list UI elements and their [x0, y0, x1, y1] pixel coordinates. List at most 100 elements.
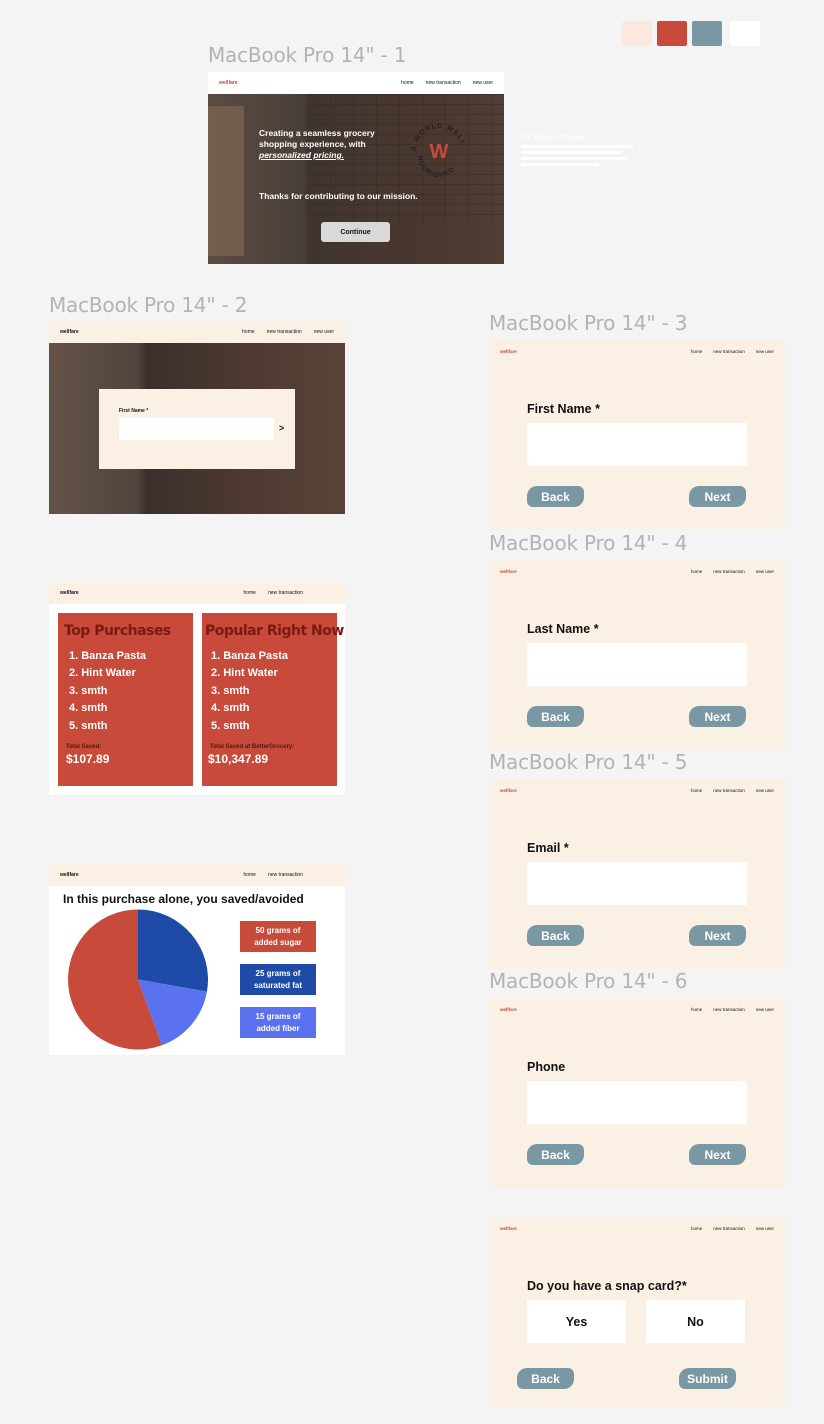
nav-home[interactable]: home	[242, 329, 255, 335]
nav-new-transaction[interactable]: new transaction	[713, 349, 745, 354]
panel-title: Popular Right Now	[205, 623, 344, 639]
nav-new-user[interactable]: new user	[756, 349, 774, 354]
email-input[interactable]	[527, 862, 747, 905]
list-item: 1. Banza Pasta	[69, 650, 147, 662]
submit-button[interactable]: Submit	[679, 1368, 736, 1389]
hero-thanks: Thanks for contributing to our mission.	[259, 191, 418, 201]
purchase-list: 1. Banza Pasta 2. Hint Water 3. smth 4. …	[69, 648, 146, 735]
popular-now-panel: Popular Right Now 1. Banza Pasta 2. Hint…	[202, 613, 344, 786]
back-button[interactable]: Back	[527, 925, 584, 946]
frame-label-1: MacBook Pro 14" - 1	[208, 43, 407, 67]
back-button[interactable]: Back	[517, 1368, 574, 1389]
nav-home[interactable]: home	[401, 80, 414, 86]
nav-new-user[interactable]: new user	[314, 329, 334, 335]
top-nav: wellfare home new transaction new user	[489, 998, 785, 1020]
nav-home[interactable]: home	[691, 788, 702, 793]
purchases-frame: wellfare home new transaction Top Purcha…	[49, 582, 345, 795]
submit-arrow-button[interactable]: >	[279, 423, 284, 433]
nav-new-transaction[interactable]: new transaction	[713, 1226, 745, 1231]
continue-button[interactable]: Continue	[321, 222, 390, 242]
first-name-form-frame: wellfare home new transaction new user F…	[489, 340, 785, 530]
theory-of-change-title: Our Theory of Change	[521, 135, 585, 141]
last-name-label: Last Name *	[527, 622, 599, 636]
headline-emphasis: personalized pricing.	[259, 150, 345, 160]
next-button[interactable]: Next	[689, 1144, 746, 1165]
top-nav: wellfare home new transaction	[49, 582, 345, 604]
list-item: 2. Hint Water	[211, 667, 278, 680]
nav-new-user[interactable]: new user	[473, 80, 493, 86]
nav-new-transaction[interactable]: new transaction	[713, 569, 745, 574]
first-name-overlay-frame: wellfare home new transaction new user F…	[49, 321, 345, 514]
pie-slice-saturated-fat	[138, 909, 208, 992]
top-nav: wellfare home new transaction new user	[489, 560, 785, 582]
nav-home[interactable]: home	[243, 872, 256, 878]
top-purchases-panel: Top Purchases 1. Banza Pasta 2. Hint Wat…	[58, 613, 193, 786]
next-button[interactable]: Next	[689, 925, 746, 946]
brand-logo[interactable]: wellfare	[500, 569, 517, 574]
brand-logo[interactable]: wellfare	[60, 872, 79, 878]
nav-new-transaction[interactable]: new transaction	[426, 80, 461, 86]
email-label: Email *	[527, 841, 569, 855]
email-form-frame: wellfare home new transaction new user E…	[489, 779, 785, 969]
savings-frame: wellfare home new transaction In this pu…	[49, 864, 345, 1055]
nav-new-user[interactable]: new user	[756, 569, 774, 574]
next-button[interactable]: Next	[689, 706, 746, 727]
phone-input[interactable]	[527, 1081, 747, 1124]
brand-logo[interactable]: wellfare	[500, 788, 517, 793]
top-nav: wellfare home new transaction new user	[49, 321, 345, 343]
nav-home[interactable]: home	[691, 1007, 702, 1012]
list-item: 2. Hint Water	[69, 667, 136, 680]
phone-form-frame: wellfare home new transaction new user P…	[489, 998, 785, 1188]
nav-home[interactable]: home	[243, 590, 256, 596]
nav-home[interactable]: home	[691, 1226, 702, 1231]
first-name-input[interactable]	[119, 418, 274, 440]
brand-logo[interactable]: wellfare	[500, 349, 517, 354]
nav-new-transaction[interactable]: new transaction	[268, 872, 303, 878]
frame-label-6: MacBook Pro 14" - 6	[489, 969, 688, 993]
list-item: 5. smth	[69, 719, 108, 732]
nav-new-transaction[interactable]: new transaction	[713, 788, 745, 793]
back-button[interactable]: Back	[527, 1144, 584, 1165]
back-button[interactable]: Back	[527, 486, 584, 507]
no-option[interactable]: No	[646, 1300, 745, 1343]
nav-home[interactable]: home	[691, 569, 702, 574]
hero-image: A WORLD WELL NOURISHED W Creating a seam…	[208, 94, 504, 264]
first-name-input[interactable]	[527, 423, 747, 466]
last-name-input[interactable]	[527, 643, 747, 686]
color-swatch-cream	[622, 21, 652, 46]
nav-new-user[interactable]: new user	[756, 788, 774, 793]
frame-label-5: MacBook Pro 14" - 5	[489, 750, 688, 774]
brand-logo[interactable]: wellfare	[219, 80, 238, 86]
next-button[interactable]: Next	[689, 486, 746, 507]
nav-new-transaction[interactable]: new transaction	[713, 1007, 745, 1012]
list-item: 4. smth	[211, 702, 250, 715]
color-swatch-slate	[692, 21, 722, 46]
legend-added-sugar: 50 grams of added sugar	[240, 921, 316, 952]
back-button[interactable]: Back	[527, 706, 584, 727]
hero-headline: Creating a seamless grocery shopping exp…	[259, 128, 375, 160]
list-item: 5. smth	[211, 719, 250, 732]
top-nav: wellfare home new transaction new user	[208, 72, 504, 94]
brand-logo[interactable]: wellfare	[60, 329, 79, 335]
top-nav: wellfare home new transaction	[49, 864, 345, 886]
color-swatch-red	[657, 21, 687, 46]
nav-new-transaction[interactable]: new transaction	[268, 590, 303, 596]
frame-label-4: MacBook Pro 14" - 4	[489, 531, 688, 555]
nav-new-user[interactable]: new user	[756, 1226, 774, 1231]
hero-image: First Name * >	[49, 343, 345, 514]
nav-new-user[interactable]: new user	[756, 1007, 774, 1012]
brand-logo[interactable]: wellfare	[500, 1007, 517, 1012]
frame-label-3: MacBook Pro 14" - 3	[489, 311, 688, 335]
legend-saturated-fat: 25 grams of saturated fat	[240, 964, 316, 995]
brand-logo[interactable]: wellfare	[60, 590, 79, 596]
total-saved-label: Total Saved:	[66, 744, 102, 750]
svg-text:W: W	[430, 141, 449, 163]
world-well-nourished-seal-icon: A WORLD WELL NOURISHED W	[411, 123, 466, 179]
nav-home[interactable]: home	[691, 349, 702, 354]
panel-title: Top Purchases	[64, 623, 171, 639]
brand-logo[interactable]: wellfare	[500, 1226, 517, 1231]
nav-new-transaction[interactable]: new transaction	[267, 329, 302, 335]
total-saved-value: $107.89	[66, 752, 110, 766]
total-saved-label: Total Saved at BetterGrocery:	[210, 744, 295, 750]
yes-option[interactable]: Yes	[527, 1300, 626, 1343]
